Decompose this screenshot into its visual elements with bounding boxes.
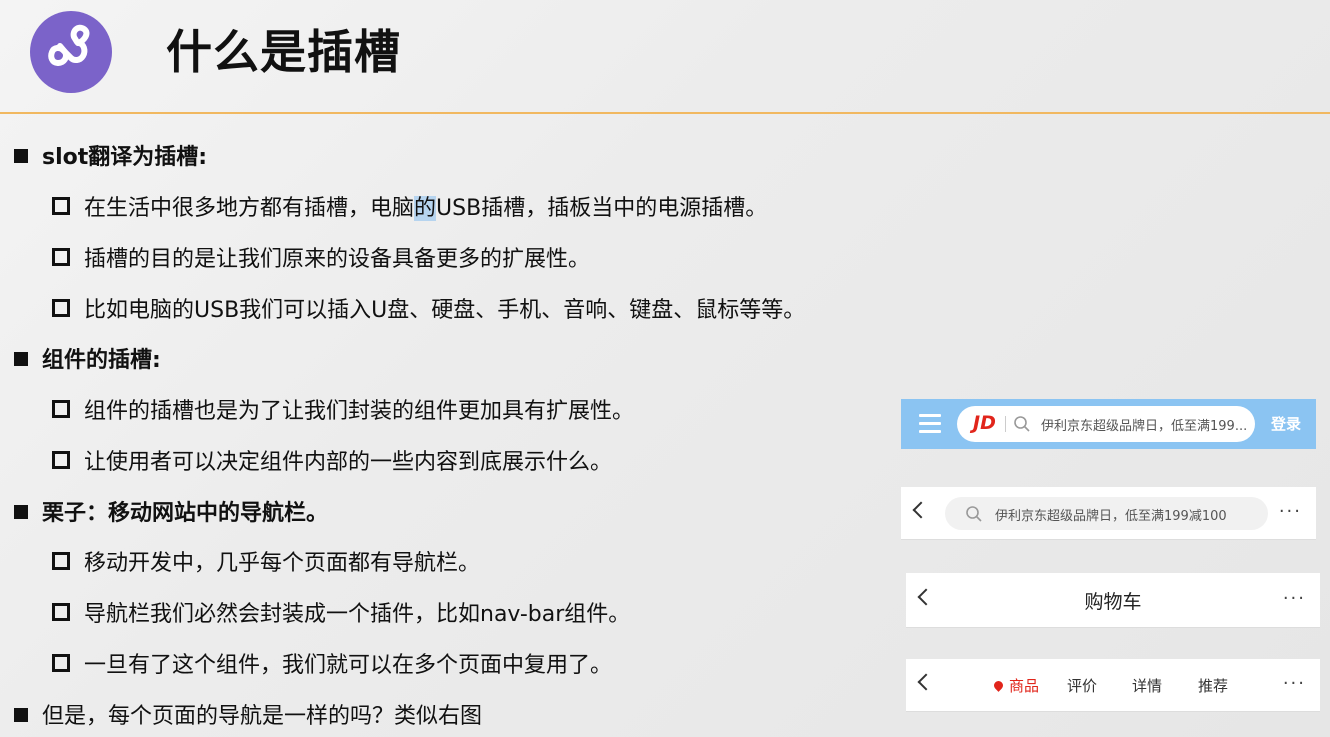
bullet-item: 导航栏我们必然会封装成一个插件，比如nav-bar组件。 [52,600,630,630]
hollow-square-bullet-icon [52,197,70,215]
bullet-item: 插槽的目的是让我们原来的设备具备更多的扩展性。 [52,245,590,275]
search-icon [966,506,982,522]
more-icon[interactable]: ··· [1279,501,1302,522]
bullet-text: 移动开发中，几乎每个页面都有导航栏。 [84,551,481,576]
bullet-text: 在生活中很多地方都有插槽，电脑 [84,196,415,221]
tab-reviews[interactable]: 评价 [1067,675,1097,696]
bullet-text: 让使用者可以决定组件内部的一些内容到底展示什么。 [84,450,613,475]
search-icon [1014,416,1030,432]
tab-product[interactable]: 商品 [992,675,1040,696]
bullet-heading-component-slot: 组件的插槽: [14,346,161,376]
more-icon[interactable]: ··· [1283,588,1306,609]
search-navbar: 伊利京东超级品牌日，低至满199减100 ··· [901,487,1316,540]
selected-text: 的 [414,196,437,221]
search-box[interactable]: 伊利京东超级品牌日，低至满199减100 [945,497,1268,530]
square-bullet-icon [14,505,28,519]
bullet-item: 移动开发中，几乎每个页面都有导航栏。 [52,549,480,579]
bullet-text: 比如电脑的USB我们可以插入U盘、硬盘、手机、音响、键盘、鼠标等等。 [84,298,806,323]
login-button[interactable]: 登录 [1271,413,1301,434]
bullet-text: 导航栏我们必然会封装成一个插件，比如nav-bar组件。 [84,602,631,627]
cart-navbar: 购物车 ··· [906,573,1320,628]
bullet-heading-slot: slot翻译为插槽: [14,143,207,173]
jd-header-navbar: JD 伊利京东超级品牌日，低至满199... 登录 [901,399,1316,449]
jd-logo: JD [973,412,996,434]
bullet-heading-text: 组件的插槽: [42,348,161,373]
bullet-heading-text: 但是，每个页面的导航是一样的吗？类似右图 [42,704,483,729]
search-placeholder: 伊利京东超级品牌日，低至满199... [1041,419,1248,434]
bullet-heading-text: slot翻译为插槽: [42,145,208,170]
back-arrow-icon[interactable] [917,673,935,691]
bullet-heading-example: 栗子：移动网站中的导航栏。 [14,499,328,529]
tab-label: 商品 [1009,677,1040,695]
cart-title: 购物车 [1084,591,1142,613]
hollow-square-bullet-icon [52,603,70,621]
divider [1005,416,1006,432]
more-icon[interactable]: ··· [1283,673,1306,694]
bullet-text: 插槽的目的是让我们原来的设备具备更多的扩展性。 [84,247,591,272]
square-bullet-icon [14,352,28,366]
search-placeholder: 伊利京东超级品牌日，低至满199减100 [995,509,1227,524]
menu-icon[interactable] [919,414,941,438]
hollow-square-bullet-icon [52,400,70,418]
location-pin-icon [992,679,1005,692]
bullet-heading-question: 但是，每个页面的导航是一样的吗？类似右图 [14,702,482,732]
jd-search-box[interactable]: JD 伊利京东超级品牌日，低至满199... [957,406,1255,442]
square-bullet-icon [14,708,28,722]
bullet-item: 在生活中很多地方都有插槽，电脑的USB插槽，插板当中的电源插槽。 [52,194,767,224]
square-bullet-icon [14,149,28,163]
link-icon [48,24,90,66]
hollow-square-bullet-icon [52,552,70,570]
bullet-item: 一旦有了这个组件，我们就可以在多个页面中复用了。 [52,651,612,681]
bullet-text: USB插槽，插板当中的电源插槽。 [436,196,768,221]
bullet-heading-text: 栗子：移动网站中的导航栏。 [42,501,329,526]
page-title: 什么是插槽 [166,25,401,79]
hollow-square-bullet-icon [52,654,70,672]
mini-program-logo [30,11,112,93]
bullet-text: 组件的插槽也是为了让我们封装的组件更加具有扩展性。 [84,399,635,424]
bullet-item: 让使用者可以决定组件内部的一些内容到底展示什么。 [52,448,612,478]
hollow-square-bullet-icon [52,299,70,317]
bullet-item: 比如电脑的USB我们可以插入U盘、硬盘、手机、音响、键盘、鼠标等等。 [52,296,805,326]
bullet-text: 一旦有了这个组件，我们就可以在多个页面中复用了。 [84,653,613,678]
title-divider [0,112,1330,114]
product-navbar: 商品 评价 详情 推荐 ··· [906,659,1320,712]
bullet-item: 组件的插槽也是为了让我们封装的组件更加具有扩展性。 [52,397,634,427]
back-arrow-icon[interactable] [912,501,930,519]
tab-details[interactable]: 详情 [1132,675,1162,696]
hollow-square-bullet-icon [52,451,70,469]
hollow-square-bullet-icon [52,248,70,266]
tab-recommend[interactable]: 推荐 [1198,675,1228,696]
